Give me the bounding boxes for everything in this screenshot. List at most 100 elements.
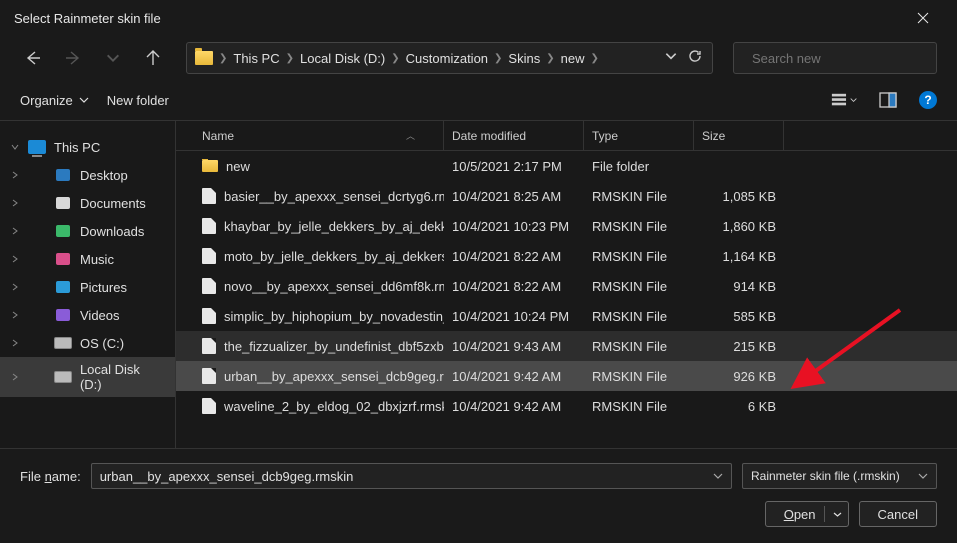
- file-row[interactable]: new10/5/2021 2:17 PMFile folder: [176, 151, 957, 181]
- address-bar[interactable]: ❯ This PC ❯ Local Disk (D:) ❯ Customizat…: [186, 42, 713, 74]
- sidebar-item-downloads[interactable]: Downloads: [0, 217, 175, 245]
- breadcrumb-item[interactable]: Skins: [508, 51, 540, 66]
- file-row[interactable]: basier__by_apexxx_sensei_dcrtyg6.rmskin1…: [176, 181, 957, 211]
- toolbar: Organize New folder ?: [0, 80, 957, 120]
- arrow-right-icon: [65, 50, 81, 66]
- footer: File name: urban__by_apexxx_sensei_dcb9g…: [0, 448, 957, 543]
- chevron-down-icon: [11, 143, 19, 151]
- chevron-right-icon: ❯: [286, 53, 294, 64]
- arrow-up-icon: [145, 50, 161, 66]
- chevron-right-icon: [11, 255, 19, 263]
- file-row[interactable]: novo__by_apexxx_sensei_dd6mf8k.rmskin10/…: [176, 271, 957, 301]
- chevron-right-icon: ❯: [391, 53, 399, 64]
- file-row[interactable]: khaybar_by_jelle_dekkers_by_aj_dekkers_.…: [176, 211, 957, 241]
- chevron-right-icon: [11, 227, 19, 235]
- file-icon: [202, 368, 216, 384]
- chevron-right-icon: [11, 171, 19, 179]
- breadcrumb-item[interactable]: Local Disk (D:): [300, 51, 385, 66]
- sidebar-item-local-disk-d-[interactable]: Local Disk (D:): [0, 357, 175, 397]
- refresh-button[interactable]: [686, 47, 704, 70]
- chevron-right-icon: [11, 311, 19, 319]
- chevron-right-icon: [11, 283, 19, 291]
- folder-icon: [202, 160, 218, 172]
- view-list-button[interactable]: [831, 87, 857, 113]
- file-icon: [202, 398, 216, 414]
- chevron-right-icon: [11, 339, 19, 347]
- up-button[interactable]: [140, 45, 166, 71]
- cancel-button[interactable]: Cancel: [859, 501, 937, 527]
- sidebar-item-music[interactable]: Music: [0, 245, 175, 273]
- preview-pane-button[interactable]: [875, 87, 901, 113]
- file-row[interactable]: the_fizzualizer_by_undefinist_dbf5zxb.rm…: [176, 331, 957, 361]
- address-dropdown[interactable]: [662, 47, 680, 70]
- forward-button[interactable]: [60, 45, 86, 71]
- file-row[interactable]: urban__by_apexxx_sensei_dcb9geg.rmskin10…: [176, 361, 957, 391]
- file-icon: [202, 218, 216, 234]
- documents-icon: [55, 195, 71, 211]
- preview-icon: [879, 91, 897, 109]
- list-view-icon: [831, 91, 847, 109]
- back-button[interactable]: [20, 45, 46, 71]
- breadcrumb-item[interactable]: This PC: [233, 51, 279, 66]
- chevron-down-icon: [713, 471, 723, 481]
- search-box[interactable]: [733, 42, 937, 74]
- sidebar-this-pc[interactable]: This PC: [0, 133, 175, 161]
- column-size[interactable]: Size: [694, 121, 784, 150]
- disk-icon: [54, 337, 72, 349]
- file-type-filter[interactable]: Rainmeter skin file (.rmskin): [742, 463, 937, 489]
- chevron-right-icon: ❯: [494, 53, 502, 64]
- chevron-right-icon: ❯: [546, 53, 554, 64]
- organize-button[interactable]: Organize: [20, 93, 89, 108]
- filename-label: File name:: [20, 469, 81, 484]
- titlebar: Select Rainmeter skin file: [0, 0, 957, 36]
- open-button[interactable]: Open: [765, 501, 849, 527]
- chevron-down-icon: [918, 471, 928, 481]
- file-row[interactable]: simplic_by_hiphopium_by_novadestin_d...1…: [176, 301, 957, 331]
- column-type[interactable]: Type: [584, 121, 694, 150]
- music-icon: [55, 251, 71, 267]
- sidebar-item-documents[interactable]: Documents: [0, 189, 175, 217]
- refresh-icon: [688, 49, 702, 63]
- recent-button[interactable]: [100, 45, 126, 71]
- sidebar-item-os-c-[interactable]: OS (C:): [0, 329, 175, 357]
- chevron-right-icon: [11, 373, 19, 381]
- chevron-right-icon: [11, 199, 19, 207]
- window-title: Select Rainmeter skin file: [14, 11, 903, 26]
- new-folder-button[interactable]: New folder: [107, 93, 169, 108]
- breadcrumb-item[interactable]: Customization: [406, 51, 488, 66]
- file-icon: [202, 248, 216, 264]
- downloads-icon: [55, 223, 71, 239]
- sort-indicator-icon: ︿: [406, 129, 415, 142]
- chevron-down-icon: [664, 49, 678, 63]
- sidebar-item-desktop[interactable]: Desktop: [0, 161, 175, 189]
- navigation-pane: This PC DesktopDocumentsDownloadsMusicPi…: [0, 121, 175, 448]
- chevron-down-icon: [105, 50, 121, 66]
- arrow-left-icon: [25, 50, 41, 66]
- breadcrumb-item[interactable]: new: [561, 51, 585, 66]
- search-input[interactable]: [752, 51, 928, 66]
- sidebar-item-videos[interactable]: Videos: [0, 301, 175, 329]
- chevron-right-icon: ❯: [590, 53, 598, 64]
- sidebar-item-pictures[interactable]: Pictures: [0, 273, 175, 301]
- help-button[interactable]: ?: [919, 91, 937, 109]
- file-row[interactable]: waveline_2_by_eldog_02_dbxjzrf.rmskin10/…: [176, 391, 957, 421]
- pictures-icon: [55, 279, 71, 295]
- column-date[interactable]: Date modified: [444, 121, 584, 150]
- close-icon: [917, 12, 929, 24]
- chevron-down-icon: [833, 510, 842, 519]
- file-row[interactable]: moto_by_jelle_dekkers_by_aj_dekkers_de..…: [176, 241, 957, 271]
- chevron-down-icon: [850, 91, 857, 109]
- file-icon: [202, 188, 216, 204]
- column-name[interactable]: Name︿: [194, 121, 444, 150]
- file-icon: [202, 338, 216, 354]
- filename-input[interactable]: urban__by_apexxx_sensei_dcb9geg.rmskin: [91, 463, 732, 489]
- file-icon: [202, 278, 216, 294]
- videos-icon: [55, 307, 71, 323]
- file-icon: [202, 308, 216, 324]
- navbar: ❯ This PC ❯ Local Disk (D:) ❯ Customizat…: [0, 36, 957, 80]
- chevron-right-icon: ❯: [219, 53, 227, 64]
- column-headers: Name︿ Date modified Type Size: [176, 121, 957, 151]
- desktop-icon: [55, 167, 71, 183]
- pc-icon: [28, 140, 46, 154]
- close-button[interactable]: [903, 3, 943, 33]
